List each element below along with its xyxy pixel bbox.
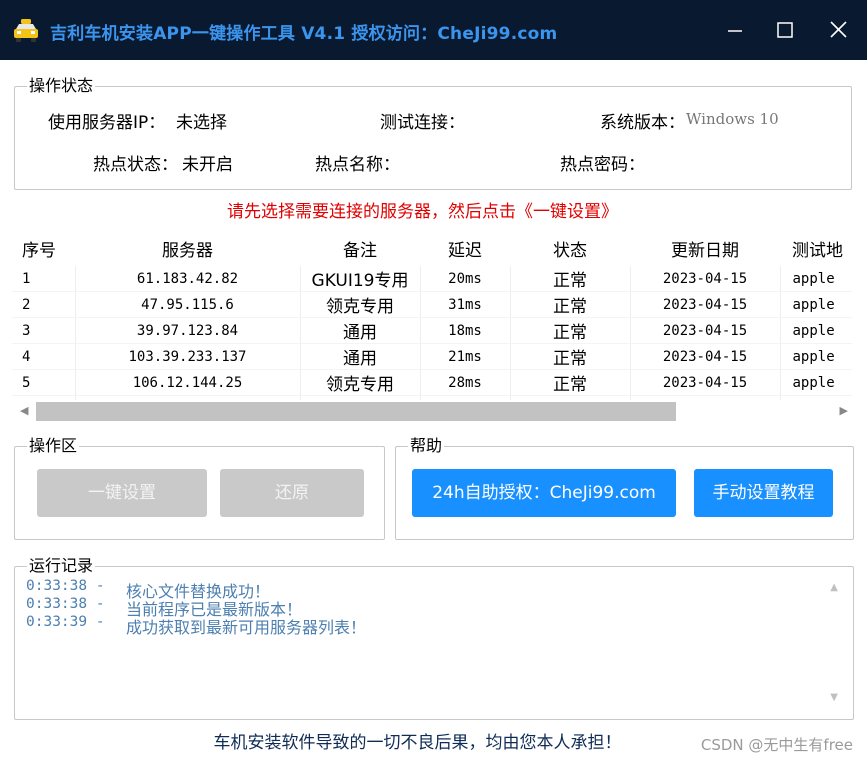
maximize-icon[interactable] <box>768 14 800 46</box>
cell-index: 2 <box>12 291 76 318</box>
title-bar[interactable]: 吉利车机安装APP一键操作工具 V4.1 授权访问：CheJi99.com <box>0 0 867 60</box>
cell-note: GKUI19专用 <box>300 266 421 292</box>
cell-status: 正常 <box>510 266 631 292</box>
hotspot-status-label: 热点状态： <box>93 155 178 175</box>
scroll-right-icon[interactable]: ▶ <box>840 404 848 417</box>
warning-message: 请先选择需要连接的服务器，然后点击《一键设置》 <box>227 202 618 222</box>
cell-server: 61.183.42.82 <box>75 266 301 292</box>
cell-latency: 20ms <box>420 266 511 292</box>
cell-latency: 31ms <box>420 291 511 318</box>
column-header-note[interactable]: 备注 <box>300 230 420 266</box>
column-header-test[interactable]: 测试地 <box>780 230 852 266</box>
cell-test: apple <box>780 343 852 370</box>
cell-index: 4 <box>12 343 76 370</box>
cell-update-date: 2023-04-15 <box>630 291 781 318</box>
table-row[interactable]: 2 47.95.115.6 领克专用 31ms 正常 2023-04-15 ap… <box>12 291 852 318</box>
window-title: 吉利车机安装APP一键操作工具 V4.1 授权访问：CheJi99.com <box>50 24 558 44</box>
cell-latency: 18ms <box>420 317 511 344</box>
hotspot-password-label: 热点密码： <box>560 155 645 175</box>
cell-index: 1 <box>12 266 76 292</box>
scrollbar-thumb[interactable] <box>36 402 676 421</box>
cell-server: 39.97.123.84 <box>75 317 301 344</box>
cell-status: 正常 <box>510 369 631 396</box>
scroll-down-icon[interactable]: ▼ <box>830 692 838 703</box>
column-header-update-date[interactable]: 更新日期 <box>630 230 780 266</box>
help-group-legend: 帮助 <box>408 436 445 456</box>
cell-status: 正常 <box>510 343 631 370</box>
log-entry: 0:33:38 - 核心文件替换成功！ <box>26 578 270 601</box>
cell-latency: 28ms <box>420 369 511 396</box>
server-ip-value: 未选择 <box>176 113 227 133</box>
cell-index: 3 <box>12 317 76 344</box>
cell-test: apple <box>780 291 852 318</box>
table-row[interactable]: 5 106.12.144.25 领克专用 28ms 正常 2023-04-15 … <box>12 369 852 396</box>
hotspot-status-value: 未开启 <box>182 155 233 175</box>
table-header-row: 序号 服务器 备注 延迟 状态 更新日期 测试地 <box>12 230 852 266</box>
log-message: 成功获取到最新可用服务器列表！ <box>126 618 367 637</box>
cell-update-date: 2023-04-15 <box>630 266 781 292</box>
log-entry: 0:33:38 - 当前程序已是最新版本！ <box>26 596 302 619</box>
hotspot-name-label: 热点名称： <box>315 155 400 175</box>
cell-note: 领克专用 <box>300 291 421 318</box>
restore-button[interactable]: 还原 <box>220 469 364 517</box>
table-row[interactable]: 3 39.97.123.84 通用 18ms 正常 2023-04-15 app… <box>12 317 852 344</box>
log-time: 0:33:38 - <box>26 596 105 612</box>
car-app-icon <box>14 19 38 42</box>
watermark: CSDN @无中生有free <box>700 736 853 754</box>
server-table[interactable]: 序号 服务器 备注 延迟 状态 更新日期 测试地 1 61.183.42.82 … <box>12 230 852 400</box>
one-click-setup-button[interactable]: 一键设置 <box>37 469 207 517</box>
table-row[interactable]: 4 103.39.233.137 通用 21ms 正常 2023-04-15 a… <box>12 343 852 370</box>
cell-test: apple <box>780 369 852 396</box>
column-header-index[interactable]: 序号 <box>12 230 75 266</box>
cell-note: 领克专用 <box>300 369 421 396</box>
cell-server: 47.95.115.6 <box>75 291 301 318</box>
table-row[interactable]: 1 61.183.42.82 GKUI19专用 20ms 正常 2023-04-… <box>12 266 852 292</box>
column-header-latency[interactable]: 延迟 <box>420 230 510 266</box>
cell-server: 106.12.144.25 <box>75 369 301 396</box>
operation-group-legend: 操作区 <box>27 436 80 456</box>
scroll-up-icon[interactable]: ▲ <box>830 582 838 593</box>
cell-note: 通用 <box>300 343 421 370</box>
close-icon[interactable] <box>822 14 854 46</box>
cell-status: 正常 <box>510 291 631 318</box>
log-entry: 0:33:39 - 成功获取到最新可用服务器列表！ <box>26 614 366 637</box>
self-authorization-button[interactable]: 24h自助授权：CheJi99.com <box>412 469 676 517</box>
column-header-server[interactable]: 服务器 <box>75 230 300 266</box>
server-ip-label: 使用服务器IP： <box>48 113 166 133</box>
cell-test: apple <box>780 266 852 292</box>
column-header-status[interactable]: 状态 <box>510 230 630 266</box>
test-connection-label: 测试连接： <box>380 113 465 133</box>
cell-note: 通用 <box>300 317 421 344</box>
status-group-legend: 操作状态 <box>27 76 96 96</box>
log-textarea[interactable]: 0:33:38 - 核心文件替换成功！ 0:33:38 - 当前程序已是最新版本… <box>14 570 854 720</box>
cell-test: apple <box>780 317 852 344</box>
scroll-left-icon[interactable]: ◀ <box>20 404 28 417</box>
horizontal-scrollbar[interactable]: ◀ ▶ <box>12 400 852 422</box>
system-version-value: Windows 10 <box>686 110 779 128</box>
cell-update-date: 2023-04-15 <box>630 317 781 344</box>
cell-index: 5 <box>12 369 76 396</box>
cell-update-date: 2023-04-15 <box>630 343 781 370</box>
system-version-label: 系统版本： <box>600 113 685 133</box>
manual-setup-tutorial-button[interactable]: 手动设置教程 <box>694 469 833 517</box>
cell-update-date: 2023-04-15 <box>630 369 781 396</box>
cell-status: 正常 <box>510 317 631 344</box>
minimize-icon[interactable] <box>718 14 750 46</box>
log-time: 0:33:39 - <box>26 614 105 630</box>
cell-server: 103.39.233.137 <box>75 343 301 370</box>
cell-latency: 21ms <box>420 343 511 370</box>
log-time: 0:33:38 - <box>26 578 105 594</box>
